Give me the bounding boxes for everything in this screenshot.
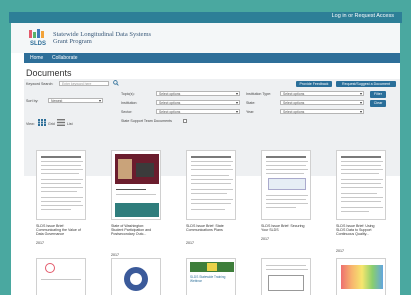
main-nav: Home Collaborate [24, 53, 400, 63]
state-label: State: [246, 101, 256, 105]
view-label: View: [26, 122, 35, 126]
document-caption[interactable]: SLDS Issue Brief: Securing Your SLDS [261, 224, 307, 232]
site-title-line2: Grant Program [53, 38, 92, 45]
page: SLDS Statewide Longitudinal Data Systems… [11, 23, 400, 295]
request-document-button[interactable]: Request/Suggest a Document [336, 81, 396, 87]
sort-label: Sort by: [26, 99, 39, 103]
document-thumbnail[interactable] [111, 258, 161, 295]
year-select[interactable]: Select options [280, 109, 364, 114]
topics-select[interactable]: Select options [156, 91, 240, 96]
slds-logo-icon[interactable]: SLDS [27, 28, 49, 48]
search-icon[interactable] [113, 80, 119, 86]
list-view-label[interactable]: List [67, 122, 73, 126]
topics-label: Topic(s): [121, 92, 135, 96]
svg-text:SLDS: SLDS [30, 41, 46, 47]
support-team-label: State Support Team Documents [121, 119, 172, 123]
filter-button[interactable]: Filter [370, 91, 386, 98]
document-year: 2017 [186, 241, 194, 245]
nav-item-home[interactable]: Home [30, 55, 43, 61]
webinar-title: SLDS Statewide Training Webinar [190, 275, 226, 284]
document-caption[interactable]: State of Washington: Student Participati… [111, 224, 157, 237]
keyword-search-input[interactable]: Enter keyword here [59, 81, 109, 86]
clear-button[interactable]: Clear [370, 100, 386, 107]
institution-select[interactable]: Select options [156, 100, 240, 105]
grid-view-icon[interactable] [38, 119, 46, 126]
top-bar: Log in or Request Access [9, 12, 402, 23]
document-thumbnail[interactable]: SLDS Statewide Training Webinar [186, 258, 236, 295]
grid-view-label[interactable]: Grid [48, 122, 55, 126]
document-thumbnail[interactable] [336, 150, 386, 220]
institution-label: Institution: [121, 101, 138, 105]
provide-feedback-button[interactable]: Provide Feedback [296, 81, 332, 87]
nav-item-collaborate[interactable]: Collaborate [52, 55, 78, 61]
login-link[interactable]: Log in or Request Access [332, 13, 394, 19]
inst-type-label: Institution Type: [246, 92, 272, 96]
document-caption[interactable]: SLDS Issue Brief: Communicating the Valu… [36, 224, 82, 237]
sector-select[interactable]: Select options [156, 109, 240, 114]
sector-label: Sector: [121, 110, 133, 114]
document-thumbnail[interactable] [111, 150, 161, 220]
page-title: Documents [26, 68, 72, 78]
document-thumbnail[interactable] [336, 258, 386, 295]
browser-frame: Log in or Request Access SLDS Statewide … [0, 0, 411, 295]
document-caption[interactable]: SLDS Issue Brief: State Communications P… [186, 224, 232, 232]
document-year: 2017 [36, 241, 44, 245]
keyword-label: Keyword Search: [26, 82, 54, 86]
site-header: SLDS Statewide Longitudinal Data Systems… [11, 23, 400, 53]
document-thumbnail[interactable] [36, 258, 86, 295]
document-thumbnail[interactable] [261, 258, 311, 295]
document-year: 2017 [111, 253, 119, 257]
document-thumbnail[interactable] [186, 150, 236, 220]
support-team-checkbox[interactable] [183, 119, 187, 123]
state-select[interactable]: Select options [280, 100, 364, 105]
document-year: 2017 [336, 249, 344, 253]
list-view-icon[interactable] [57, 119, 65, 126]
inst-type-select[interactable]: Select options [280, 91, 364, 96]
document-caption[interactable]: SLDS Issue Brief: Using SLDS Data to Sup… [336, 224, 382, 237]
document-thumbnail[interactable] [36, 150, 86, 220]
sort-select[interactable]: Newest [48, 98, 103, 103]
year-label: Year: [246, 110, 255, 114]
site-title-line1: Statewide Longitudinal Data Systems [53, 31, 152, 38]
document-thumbnail[interactable] [261, 150, 311, 220]
document-year: 2017 [261, 237, 269, 241]
site-title[interactable]: Statewide Longitudinal Data Systems Gran… [53, 31, 151, 45]
